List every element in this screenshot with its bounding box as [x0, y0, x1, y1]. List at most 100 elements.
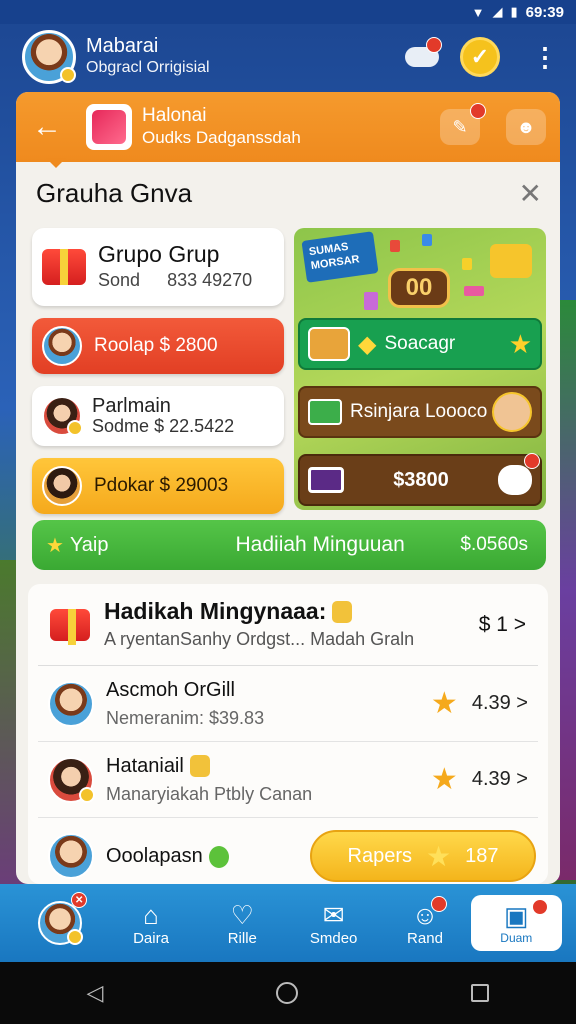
promo-row-amount[interactable]: $3800 [298, 453, 542, 506]
header-title: Mabarai [86, 35, 159, 57]
header-notch [46, 158, 66, 168]
weekly-bonus-bar[interactable]: ★ Yaip Hadiiah Minguuan $.0560s [32, 520, 546, 570]
home-icon: ⌂ [143, 899, 159, 930]
list-item-title: Hataniail [106, 752, 431, 780]
chat-icon: ✎ [452, 116, 468, 137]
diamond-icon: ◆ [358, 330, 377, 358]
list-header[interactable]: Hadikah Mingynaaa: A ryentanSanhy Ordgst… [38, 584, 538, 666]
nav-item-rand[interactable]: ☺ Rand [379, 888, 470, 958]
grupo-title: Grupo Grup [98, 241, 220, 267]
coin-icon [189, 755, 210, 778]
level-badge [67, 420, 83, 436]
nav-item-profile[interactable]: ✕ [14, 888, 105, 958]
nav-label: Daira [133, 929, 169, 947]
heart-icon: ♡ [230, 899, 254, 930]
list-item: Ooolapasn Rapers ★ 187 [38, 818, 538, 884]
user-button[interactable]: ☻ [506, 109, 546, 145]
star-icon: ★ [430, 763, 458, 796]
player-avatar [48, 680, 94, 727]
list-item-title-text: Ooolapasn [106, 845, 203, 867]
nav-item-rille[interactable]: ♡ Rille [197, 888, 288, 958]
user-icon: ☻ [516, 116, 536, 137]
level-badge [66, 929, 83, 945]
report-button[interactable]: Rapers ★ 187 [310, 830, 536, 882]
home-circle-icon[interactable] [276, 982, 299, 1004]
list-item[interactable]: Hataniail Manaryiakah Ptbly Canan ★ 4.39… [38, 742, 538, 818]
grupo-card[interactable]: Grupo Grup Sond 833 49270 [32, 228, 284, 306]
chat-button[interactable]: ✎ [440, 103, 486, 145]
nav-label: Smdeo [309, 929, 358, 947]
player-avatar [42, 396, 83, 436]
back-triangle-icon[interactable]: ◁ [87, 980, 104, 1006]
list-item-subtitle: Nemeranim: $39.83 [106, 707, 265, 728]
recents-square-icon[interactable] [471, 984, 490, 1002]
report-button-value: 187 [465, 844, 499, 867]
profile-avatar[interactable] [22, 30, 76, 84]
rodlap-card[interactable]: Roolap $ 2800 [32, 318, 284, 374]
promo-banner[interactable]: SUMAS MORSAR 00 ◆ Soacagr ★ Rsinjara Loo… [294, 228, 546, 510]
cash-icon [308, 399, 342, 425]
list-item-value: 4.39 > [471, 768, 528, 790]
leaf-icon [208, 845, 229, 868]
panel-header: ← Halonai Oudks Dadganssdah ✎ ☻ [16, 92, 560, 162]
chest-icon [308, 327, 350, 361]
close-icon[interactable]: ✕ [519, 177, 542, 210]
parlmain-line1: Parlmain [92, 395, 171, 417]
mail-icon: ✉ [322, 899, 345, 930]
weekly-list-card: Hadikah Mingynaaa: A ryentanSanhy Ordgst… [28, 584, 548, 884]
promo-coin: 00 [388, 268, 450, 308]
list-header-amount: $ 1 > [478, 612, 526, 636]
grupo-sub: Sond 833 49270 [98, 267, 252, 293]
profile-avatar [37, 901, 83, 945]
list-item[interactable]: Ascmoh OrGill Nemeranim: $39.83 ★ 4.39 > [38, 666, 538, 742]
back-arrow-icon[interactable]: ← [32, 110, 68, 144]
panel-header-text: Halonai Oudks Dadganssdah [142, 105, 414, 149]
list-item-title: Ascmoh OrGill [106, 678, 235, 701]
star-icon: ★ [430, 687, 458, 720]
pdokar-card[interactable]: Pdokar $ 29003 [32, 458, 284, 514]
main-panel: ← Halonai Oudks Dadganssdah ✎ ☻ Grauha G… [16, 92, 560, 884]
nav-item-smdeo[interactable]: ✉ Smdeo [288, 888, 379, 958]
parlmain-card[interactable]: Parlmain Sodme $ 22.5422 [32, 386, 284, 446]
battery-icon: ▮ [510, 4, 518, 19]
grupo-sub-value: 833 49270 [167, 270, 253, 290]
player-avatar [48, 833, 94, 879]
cloud-button[interactable] [400, 35, 444, 79]
panel-title: Halonai [142, 105, 207, 126]
player-avatar [42, 326, 82, 366]
user-card-icon: ▣ [504, 901, 529, 931]
star-icon: ★ [426, 840, 452, 872]
ticket-icon [308, 467, 344, 493]
nav-item-home[interactable]: ⌂ Daira [105, 888, 196, 958]
nav-badge: ✕ [70, 892, 88, 908]
promo-tag: SUMAS MORSAR [301, 231, 379, 283]
parlmain-line2-b: $ 22.5422 [154, 416, 235, 436]
header-subtitle: Obgracl Orrigisial [86, 59, 210, 76]
confetti [464, 286, 484, 296]
list-header-title: Hadikah Mingynaaa: [104, 597, 479, 625]
nav-badge [531, 899, 548, 915]
nav-badge [430, 896, 447, 912]
character-face-icon [492, 392, 532, 432]
confetti [422, 234, 432, 246]
chat-badge [470, 103, 486, 119]
crown-icon [490, 244, 532, 278]
promo-row3-amount: $3800 [393, 468, 449, 491]
weekly-center: Hadiiah Minguuan [235, 533, 405, 556]
settings-button[interactable]: ✓ [458, 35, 502, 79]
gift-icon [42, 249, 86, 285]
promo-row-soacagr[interactable]: ◆ Soacagr ★ [298, 318, 542, 370]
promo-row-rsinjara[interactable]: Rsinjara Loooco [298, 386, 542, 438]
game-icon [86, 104, 132, 150]
nav-label: Rille [227, 929, 257, 947]
promo-row1-label: Soacagr [384, 333, 456, 354]
bottom-nav: ✕ ⌂ Daira ♡ Rille ✉ Smdeo ☺ Rand ▣ Duam [0, 884, 576, 962]
grupo-sub-label: Sond [98, 270, 141, 290]
coin-icon [332, 601, 353, 624]
list-header-title-text: Hadikah Mingynaaa: [104, 597, 327, 624]
star-icon: ★ [508, 328, 532, 359]
more-menu-button[interactable]: ⋮ [516, 35, 560, 79]
pdokar-label: Pdokar $ 29003 [94, 475, 229, 496]
nav-item-duam[interactable]: ▣ Duam [470, 895, 562, 951]
status-time: 69:39 [525, 3, 564, 21]
